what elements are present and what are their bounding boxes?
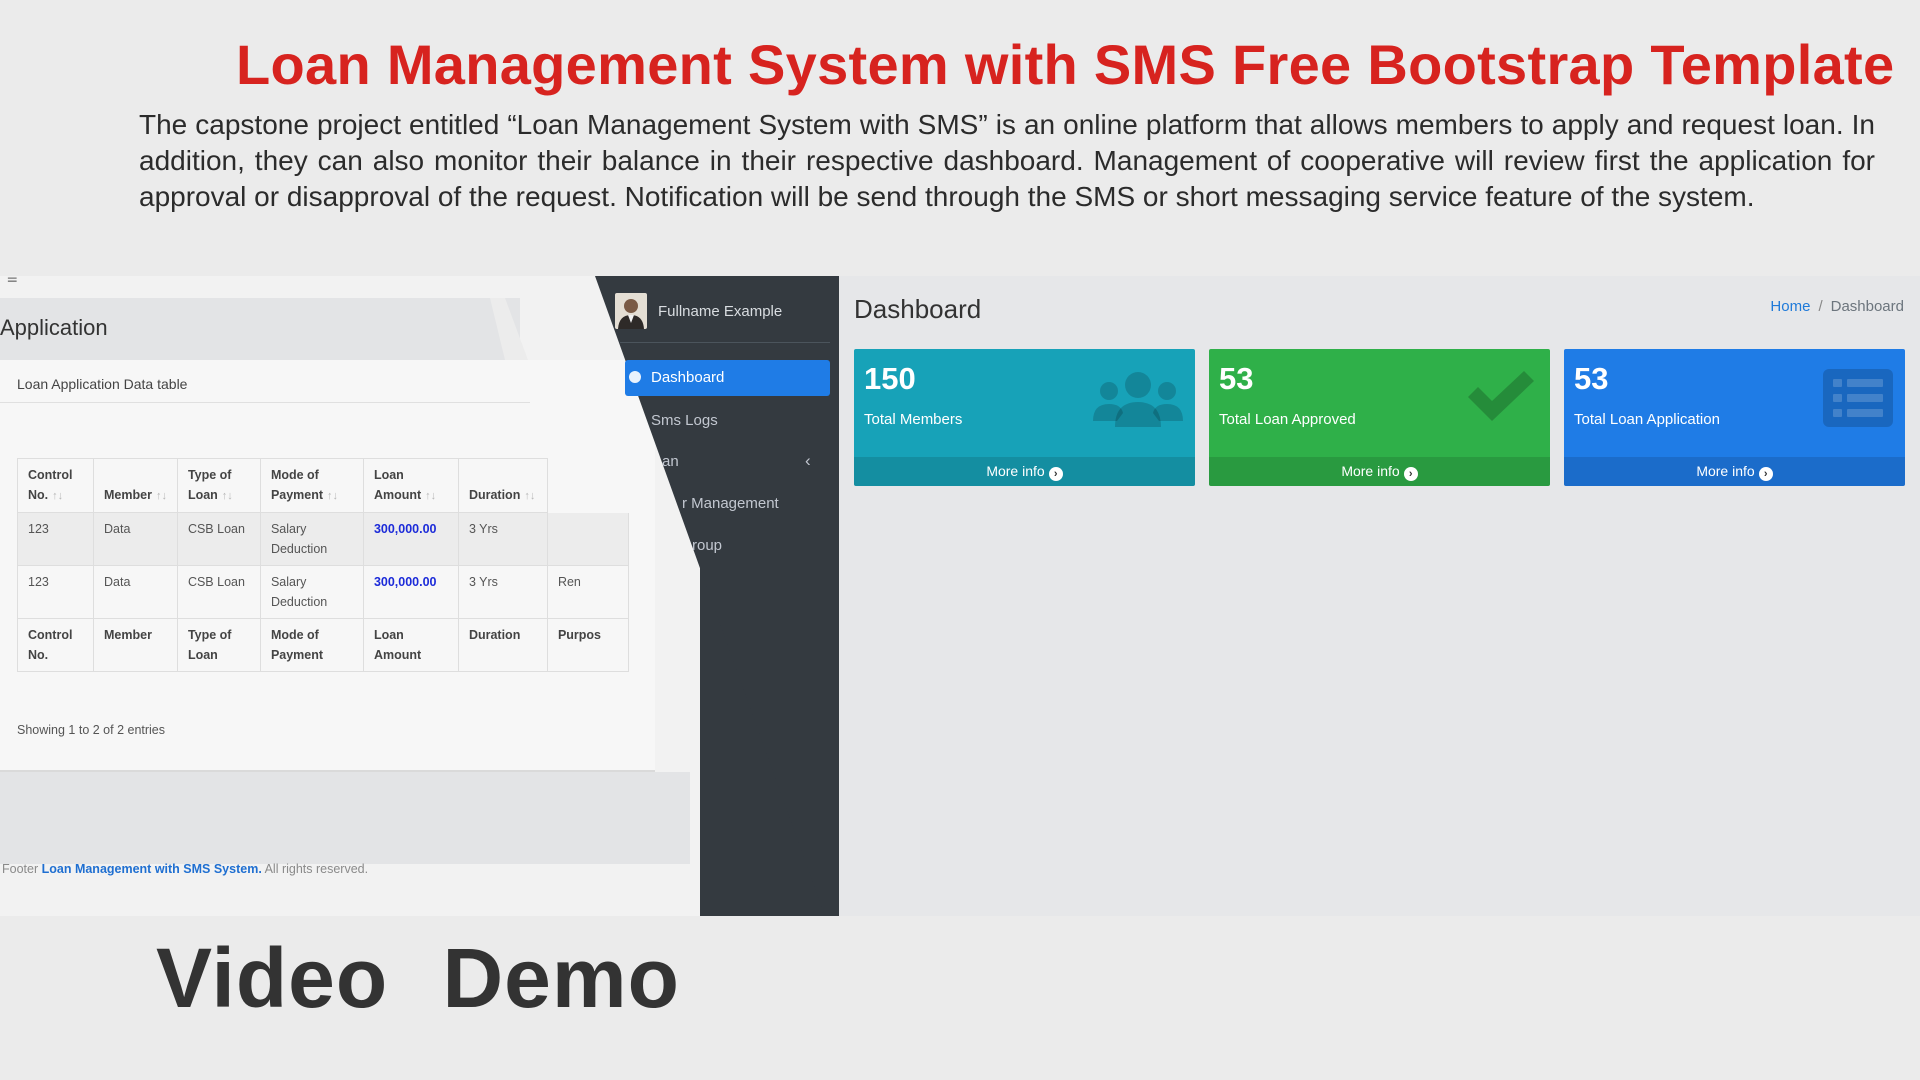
info-box-total-loan-approved: 53 Total Loan Approved More info › <box>1209 349 1550 486</box>
arrow-circle-right-icon: › <box>1048 467 1063 481</box>
more-info-link[interactable]: More info › <box>1209 457 1550 486</box>
info-box-label: Total Members <box>864 411 963 428</box>
check-icon <box>1468 371 1534 421</box>
cell-type-of-loan: CSB Loan <box>176 565 261 619</box>
more-info-label: More info <box>1341 463 1400 479</box>
column-header-member[interactable]: Member ↑↓ <box>93 458 178 513</box>
footer-member: Member <box>93 618 178 672</box>
cell-mode-of-payment: Salary Deduction <box>259 512 364 566</box>
chevron-left-icon[interactable]: ‹ <box>805 453 810 470</box>
page-title: Application <box>0 315 108 340</box>
info-box-value: 53 <box>1574 361 1609 396</box>
cell-purpose <box>546 512 629 566</box>
more-info-label: More info <box>1696 463 1755 479</box>
table-header-row: Control No. ↑↓ Member ↑↓ Type of Loan ↑↓ Mode… <box>17 458 629 513</box>
cell-control-no: 123 <box>17 565 94 619</box>
breadcrumb-current: Dashboard <box>1830 298 1904 315</box>
info-box-total-members: 150 Total Members More info › <box>854 349 1195 486</box>
page-title: Dashboard <box>854 294 982 324</box>
users-icon <box>1093 372 1183 427</box>
hamburger-menu-icon[interactable]: ≡ <box>7 276 18 289</box>
footer-brand-link[interactable]: Loan Management with SMS System. <box>42 862 262 876</box>
footer-prefix: Footer <box>2 862 42 876</box>
cell-duration: 3 Yrs <box>457 565 548 619</box>
demo-screenshot-composite: Dashboard Home / Dashboard 150 Total Membe… <box>0 276 1920 916</box>
info-box-label: Total Loan Approved <box>1219 411 1356 428</box>
info-box-value: 53 <box>1219 361 1254 396</box>
more-info-link[interactable]: More info › <box>854 457 1195 486</box>
info-box-total-loan-application: 53 Total Loan Application More info › <box>1564 349 1905 486</box>
sort-icon: ↑↓ <box>524 490 536 502</box>
sort-icon: ↑↓ <box>327 490 339 502</box>
info-box-label: Total Loan Application <box>1574 411 1720 428</box>
column-header-type-of-loan[interactable]: Type of Loan ↑↓ <box>176 458 261 513</box>
cell-type-of-loan: CSB Loan <box>176 512 261 566</box>
cell-mode-of-payment: Salary Deduction <box>259 565 364 619</box>
card-title: Loan Application Data table <box>17 376 188 392</box>
info-box-value: 150 <box>864 361 916 396</box>
table-info: Showing 1 to 2 of 2 entries <box>17 723 166 737</box>
application-panel: ≡ Application Loan Application Data tabl… <box>0 276 700 916</box>
footer-mode-of-payment: Mode of Payment <box>259 618 364 672</box>
more-info-label: More info <box>986 463 1045 479</box>
sort-icon: ↑↓ <box>425 490 437 502</box>
divider <box>0 402 530 403</box>
column-header-loan-amount[interactable]: Loan Amount ↑↓ <box>362 458 459 513</box>
arrow-circle-right-icon: › <box>1403 467 1418 481</box>
sort-icon: ↑↓ <box>221 490 233 502</box>
sort-asc-icon: ↑↓ <box>52 490 64 502</box>
breadcrumb-home-link[interactable]: Home <box>1770 298 1810 315</box>
breadcrumb: Home / Dashboard <box>1770 298 1904 315</box>
loan-application-table: Control No. ↑↓ Member ↑↓ Type of Loan ↑↓ Mode… <box>17 458 629 672</box>
dashboard-content: Dashboard Home / Dashboard 150 Total Membe… <box>838 276 1920 916</box>
list-icon <box>1823 369 1893 427</box>
cell-control-no: 123 <box>17 512 94 566</box>
cell-member: Data <box>93 512 178 566</box>
cell-loan-amount: 300,000.00 <box>362 512 459 566</box>
arrow-circle-right-icon: › <box>1758 467 1773 481</box>
video-demo-caption: Video Demo <box>156 931 680 1025</box>
column-header-control-no[interactable]: Control No. ↑↓ <box>17 458 94 513</box>
footer-suffix: All rights reserved. <box>261 862 369 876</box>
footer-loan-amount: Loan Amount <box>362 618 459 672</box>
table-footer-row: Control No. Member Type of Loan Mode of Pay… <box>17 618 629 672</box>
sort-icon: ↑↓ <box>155 490 167 502</box>
breadcrumb-separator: / <box>1818 298 1823 315</box>
footer-purpose: Purpos <box>546 618 629 672</box>
more-info-link[interactable]: More info › <box>1564 457 1905 486</box>
cell-purpose: Ren <box>546 565 629 619</box>
content-spacer <box>0 772 690 864</box>
cell-duration: 3 Yrs <box>457 512 548 566</box>
table-row[interactable]: 123 Data CSB Loan Salary Deduction 300,00… <box>17 565 629 619</box>
cell-loan-amount: 300,000.00 <box>362 565 459 619</box>
footer-control-no: Control No. <box>17 618 94 672</box>
column-header-duration[interactable]: Duration ↑↓ <box>457 458 548 513</box>
footer-type-of-loan: Type of Loan <box>176 618 261 672</box>
column-header-purpose[interactable] <box>547 459 628 513</box>
intro-paragraph: The capstone project entitled “Loan Mana… <box>139 109 1875 212</box>
table-row[interactable]: 123 Data CSB Loan Salary Deduction 300,00… <box>17 512 629 566</box>
column-header-mode-of-payment[interactable]: Mode of Payment ↑↓ <box>259 458 364 513</box>
page-headline: Loan Management System with SMS Free Boo… <box>236 33 1895 96</box>
footer-duration: Duration <box>457 618 548 672</box>
cell-member: Data <box>93 565 178 619</box>
page-footer: Footer Loan Management with SMS System. … <box>2 862 368 876</box>
